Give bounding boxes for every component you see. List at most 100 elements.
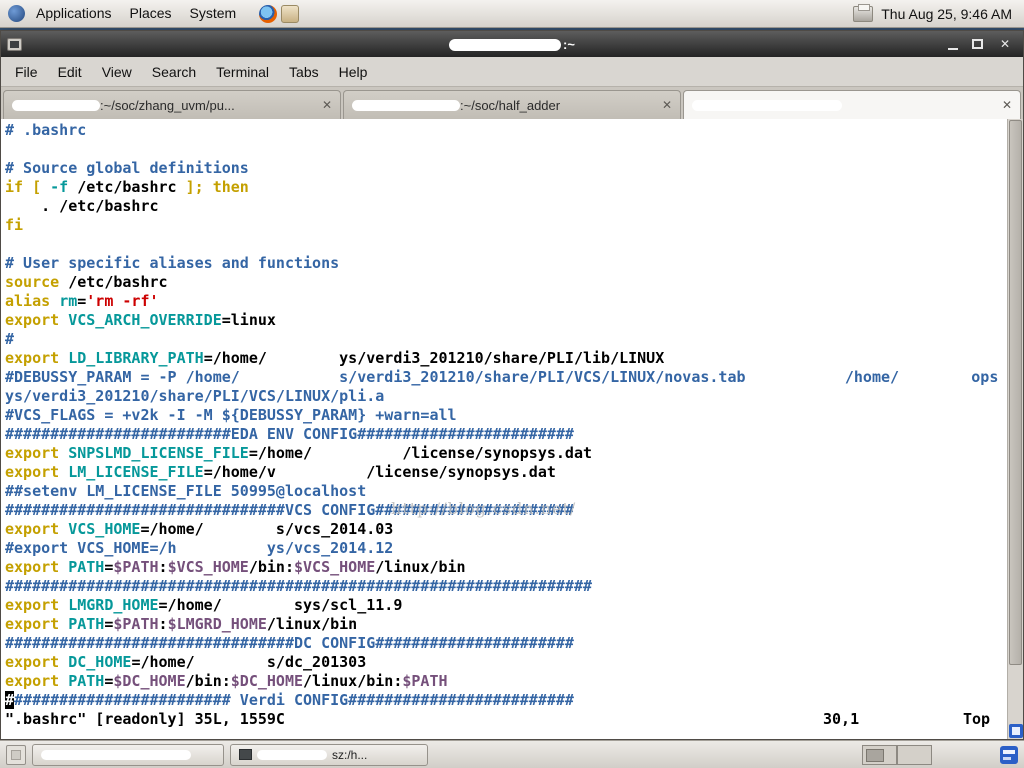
close-button[interactable]: ✕ [997, 36, 1013, 52]
package-launcher-icon[interactable] [281, 4, 300, 23]
vim-scroll-position: Top [963, 710, 991, 728]
tab-active-bashrc[interactable]: ✕ [683, 90, 1021, 119]
minimize-button[interactable] [948, 39, 958, 50]
terminal-line: export PATH=$PATH:$VCS_HOME/bin:$VCS_HOM… [5, 558, 466, 576]
terminal-line: alias rm='rm -rf' [5, 292, 159, 310]
terminal-line: export VCS_HOME=/home/s/vcs_2014.03 [5, 520, 394, 538]
terminal-line: if [ -f /etc/bashrc ]; then [5, 178, 249, 196]
menu-places[interactable]: Places [121, 0, 181, 27]
vim-cursor-position: 30,1 [823, 710, 860, 728]
redacted-title-text [449, 39, 562, 52]
terminal-window: :~ ✕ File Edit View Search Terminal Tabs… [0, 30, 1024, 740]
terminal-line: . /etc/bashrc [5, 197, 159, 215]
taskbar: sz:/h... [0, 740, 1024, 768]
terminal-line: # .bashrc [5, 121, 87, 139]
menu-terminal[interactable]: Terminal [206, 59, 279, 85]
terminal-line: export DC_HOME=/home/s/dc_201303 [5, 653, 367, 671]
tab-bar: :~/soc/zhang_uvm/pu... ✕ :~/soc/half_add… [1, 87, 1023, 119]
tab-close-icon[interactable]: ✕ [1002, 99, 1012, 111]
terminal-window-icon [7, 37, 22, 51]
tab-half-adder[interactable]: :~/soc/half_adder ✕ [343, 90, 681, 119]
tab-zhang-uvm[interactable]: :~/soc/zhang_uvm/pu... ✕ [3, 90, 341, 119]
terminal-line: ######################### Verdi CONFIG##… [5, 691, 574, 709]
terminal-screen[interactable]: # .bashrc # Source global definitions if … [1, 119, 1023, 739]
terminal-line: export LD_LIBRARY_PATH=/home/ys/verdi3_2… [5, 349, 665, 367]
redacted-text [312, 456, 402, 458]
terminal-line: # User specific aliases and functions [5, 254, 340, 272]
watermark: http://blog.csdn.net/ [391, 499, 577, 518]
terminal-line: #VCS_FLAGS = +v2k -I -M ${DEBUSSY_PARAM}… [5, 406, 457, 424]
terminal-line: export SNPSLMD_LICENSE_FILE=/home//licen… [5, 444, 593, 462]
menu-help[interactable]: Help [329, 59, 378, 85]
menu-search[interactable]: Search [142, 59, 206, 85]
terminal-line: ################################DC CONFI… [5, 634, 574, 652]
redacted-text [240, 380, 339, 382]
terminal-line: fi [5, 216, 24, 234]
terminal-line: export LMGRD_HOME=/home/sys/scl_11.9 [5, 596, 403, 614]
terminal-line: export PATH=$PATH:$LMGRD_HOME/linux/bin [5, 615, 358, 633]
workspace-2[interactable] [897, 744, 932, 765]
window-titlebar[interactable]: :~ ✕ [1, 31, 1023, 57]
terminal-line: #DEBUSSY_PARAM = -P /home/s/verdi3_20121… [5, 368, 999, 386]
vim-cursor: # [5, 691, 15, 709]
scrollbar-thumb[interactable] [1009, 120, 1022, 665]
menu-file[interactable]: File [5, 59, 48, 85]
redacted-tab-text [352, 99, 460, 111]
input-method-tray-icon[interactable] [1000, 745, 1018, 764]
applications-menu-icon[interactable] [8, 5, 25, 22]
redacted-tab-text [12, 99, 100, 111]
workspace-1[interactable] [862, 744, 897, 765]
terminal-line: #export VCS_HOME=/h ys/vcs_2014.12 [5, 539, 394, 557]
terminal-scrollbar[interactable] [1007, 119, 1023, 739]
terminal-line: source /etc/bashrc [5, 273, 168, 291]
redacted-text [899, 380, 971, 382]
redacted-task-text [257, 749, 327, 760]
redacted-text [204, 532, 276, 534]
vim-file-info: ".bashrc" [readonly] 35L, 1559C [5, 710, 285, 728]
top-panel: Applications Places System Thu Aug 25, 9… [0, 0, 1024, 28]
printer-icon[interactable] [853, 3, 874, 22]
redacted-task-text [41, 749, 191, 760]
input-method-indicator-icon [1009, 724, 1023, 738]
terminal-line: #########################EDA ENV CONFIG#… [5, 425, 574, 443]
terminal-line: # Source global definitions [5, 159, 249, 177]
terminal-line: # [5, 330, 15, 348]
task-button-2[interactable]: sz:/h... [230, 743, 428, 766]
redacted-text [222, 608, 294, 610]
terminal-line: export PATH=$DC_HOME/bin:$DC_HOME/linux/… [5, 672, 448, 690]
window-title: :~ [1, 37, 1023, 52]
redacted-text [195, 665, 267, 667]
menu-view[interactable]: View [92, 59, 142, 85]
terminal-line: export VCS_ARCH_OVERRIDE=linux [5, 311, 276, 329]
maximize-button[interactable] [972, 39, 983, 49]
terminal-line: ########################################… [5, 577, 592, 595]
redacted-text [276, 475, 366, 477]
tab-close-icon[interactable]: ✕ [662, 99, 672, 111]
menu-applications[interactable]: Applications [27, 0, 121, 27]
menu-system[interactable]: System [181, 0, 246, 27]
window-title-suffix: :~ [563, 36, 575, 52]
menu-edit[interactable]: Edit [48, 59, 92, 85]
vim-status-line: ".bashrc" [readonly] 35L, 1559C 30,1 Top [5, 710, 990, 729]
task-button-1[interactable] [32, 743, 224, 766]
redacted-text [267, 361, 339, 363]
tab-close-icon[interactable]: ✕ [322, 99, 332, 111]
tab-label: :~/soc/zhang_uvm/pu... [100, 97, 235, 113]
desktop: Applications Places System Thu Aug 25, 9… [0, 0, 1024, 768]
clock[interactable]: Thu Aug 25, 9:46 AM [881, 6, 1018, 22]
redacted-text [177, 551, 267, 553]
vim-buffer: # .bashrc # Source global definitions if … [1, 119, 1007, 739]
redacted-text [746, 380, 845, 382]
redacted-tab-text [692, 99, 842, 111]
terminal-line: ys/verdi3_201210/share/PLI/VCS/LINUX/pli… [5, 387, 385, 405]
menubar: File Edit View Search Terminal Tabs Help [1, 57, 1023, 87]
show-desktop-icon[interactable] [6, 744, 26, 765]
firefox-launcher-icon[interactable] [259, 4, 278, 23]
terminal-task-icon [239, 749, 252, 760]
terminal-line: export LM_LICENSE_FILE=/home/v/license/s… [5, 463, 556, 481]
menu-tabs[interactable]: Tabs [279, 59, 329, 85]
task-label: sz:/h... [332, 747, 368, 762]
workspace-switcher[interactable] [862, 744, 932, 765]
